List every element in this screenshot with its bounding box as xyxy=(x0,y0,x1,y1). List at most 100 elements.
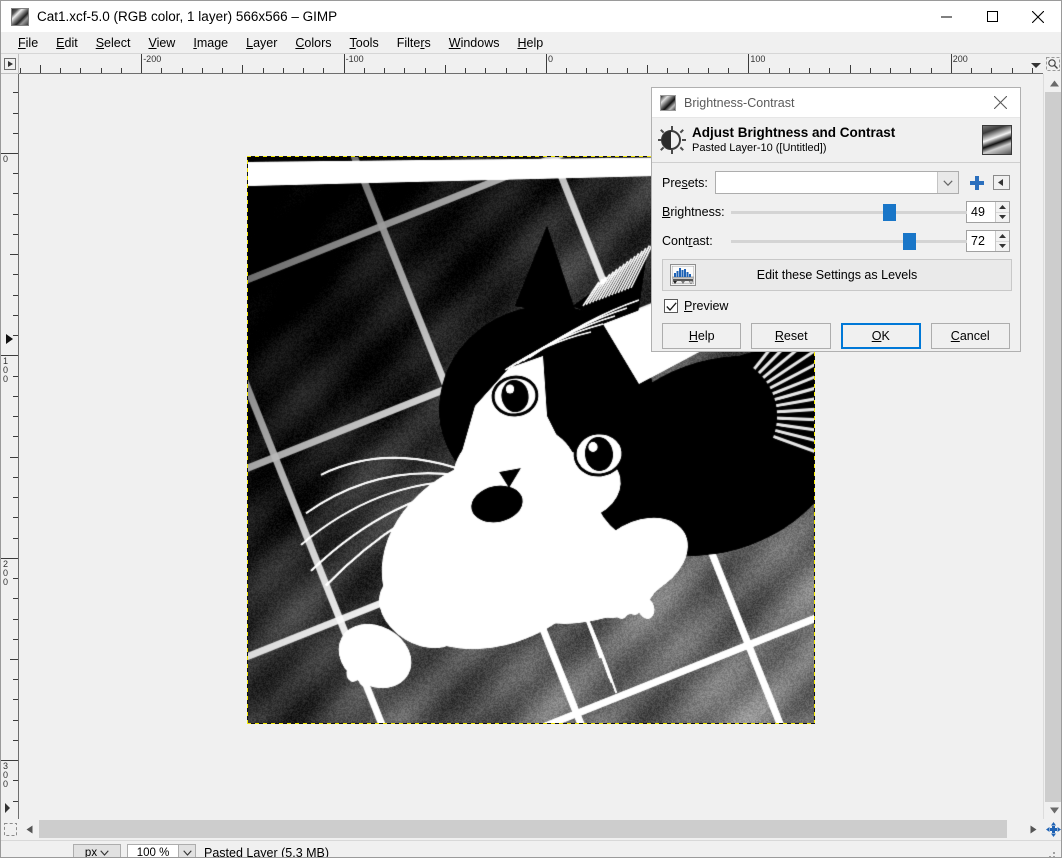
ruler-tick xyxy=(870,68,871,73)
ruler-tick xyxy=(13,335,18,336)
menu-colors[interactable]: Colors xyxy=(286,34,340,52)
ruler-tick xyxy=(708,68,709,73)
zoom-image-window-icon[interactable] xyxy=(1043,54,1062,74)
ruler-tick xyxy=(688,68,689,73)
menu-tools[interactable]: Tools xyxy=(341,34,388,52)
brightness-increment-icon[interactable] xyxy=(996,202,1009,212)
ruler-label: -100 xyxy=(346,55,364,64)
ruler-overflow-icon[interactable] xyxy=(1031,63,1041,68)
menu-select[interactable]: Select xyxy=(87,34,140,52)
zoom-dropdown-icon[interactable] xyxy=(178,845,195,858)
presets-dropdown-icon[interactable] xyxy=(937,172,958,193)
presets-menu-icon[interactable] xyxy=(993,175,1010,190)
ruler-tick xyxy=(384,68,385,73)
ruler-tick xyxy=(13,517,18,518)
quick-mask-toggle-icon[interactable] xyxy=(1,819,19,839)
vertical-scrollbar-thumb[interactable] xyxy=(1045,92,1062,802)
navigation-preview-icon[interactable] xyxy=(1043,819,1062,839)
dialog-close-button[interactable] xyxy=(980,88,1020,118)
close-button[interactable] xyxy=(1015,1,1061,32)
brightness-contrast-icon xyxy=(658,126,686,154)
presets-row: Presets: xyxy=(662,171,1010,194)
minimize-button[interactable] xyxy=(923,1,969,32)
edit-settings-as-levels-button[interactable]: Edit these Settings as Levels xyxy=(662,259,1012,291)
ruler-tick xyxy=(445,65,446,73)
scroll-left-icon[interactable] xyxy=(19,819,39,839)
brightness-spinner[interactable]: 49 xyxy=(966,201,1010,223)
preview-checkbox[interactable] xyxy=(664,299,678,313)
brightness-value[interactable]: 49 xyxy=(967,202,995,222)
ruler-label: 0 xyxy=(3,155,12,164)
brightness-slider-track xyxy=(731,211,967,214)
menu-file[interactable]: File xyxy=(9,34,47,52)
scroll-up-icon[interactable] xyxy=(1044,74,1062,92)
preview-checkbox-row[interactable]: Preview xyxy=(664,299,1010,313)
brightness-slider-handle[interactable] xyxy=(883,204,896,221)
presets-input[interactable] xyxy=(716,172,938,193)
brightness-spin-buttons[interactable] xyxy=(995,202,1009,222)
presets-combobox[interactable] xyxy=(715,171,960,194)
ruler-tick xyxy=(13,801,18,802)
contrast-spin-buttons[interactable] xyxy=(995,231,1009,251)
contrast-row: Contrast: 72 xyxy=(662,230,1010,252)
zoom-value[interactable]: 100 % xyxy=(128,845,178,858)
ruler-tick xyxy=(506,68,507,73)
horizontal-scrollbar-thumb[interactable] xyxy=(39,820,1007,838)
maximize-button[interactable] xyxy=(969,1,1015,32)
contrast-slider-handle[interactable] xyxy=(903,233,916,250)
ruler-tick xyxy=(13,538,18,539)
ruler-overflow-icon[interactable] xyxy=(5,803,10,813)
menu-windows[interactable]: Windows xyxy=(440,34,509,52)
menu-layer[interactable]: Layer xyxy=(237,34,286,52)
chevron-down-icon xyxy=(100,850,109,856)
vertical-ruler[interactable]: 0100200300 xyxy=(1,74,19,819)
ruler-tick xyxy=(13,477,18,478)
contrast-spinner[interactable]: 72 xyxy=(966,230,1010,252)
zoom-selector[interactable]: 100 % xyxy=(127,844,196,858)
scroll-right-icon[interactable] xyxy=(1023,819,1043,839)
contrast-slider-track xyxy=(731,240,967,243)
ruler-tick xyxy=(931,68,932,73)
unit-selector-label: px xyxy=(85,847,97,858)
ruler-tick xyxy=(101,68,102,73)
ruler-tick xyxy=(13,436,18,437)
status-message: Pasted Layer (5.3 MB) xyxy=(204,846,329,858)
ruler-tick xyxy=(485,68,486,73)
ruler-tick xyxy=(404,68,405,73)
menu-image[interactable]: Image xyxy=(184,34,237,52)
contrast-slider[interactable] xyxy=(731,231,956,251)
unit-selector[interactable]: px xyxy=(73,844,121,858)
brightness-label: Brightness: xyxy=(662,205,731,219)
contrast-increment-icon[interactable] xyxy=(996,231,1009,241)
menu-filters[interactable]: Filters xyxy=(388,34,440,52)
menubar: FileEditSelectViewImageLayerColorsToolsF… xyxy=(1,32,1061,54)
reset-button[interactable]: Reset xyxy=(751,323,830,349)
gimp-window: Cat1.xcf-5.0 (RGB color, 1 layer) 566x56… xyxy=(0,0,1062,858)
horizontal-ruler[interactable]: -200-1000100200 xyxy=(19,54,1043,74)
add-preset-icon[interactable] xyxy=(969,175,985,191)
cancel-button[interactable]: Cancel xyxy=(931,323,1010,349)
brightness-decrement-icon[interactable] xyxy=(996,212,1009,223)
menu-help[interactable]: Help xyxy=(508,34,552,52)
ruler-origin-button[interactable] xyxy=(1,54,19,74)
horizontal-scrollbar[interactable] xyxy=(19,819,1043,839)
brightness-slider[interactable] xyxy=(731,202,956,222)
help-button[interactable]: Help xyxy=(662,323,741,349)
ok-button[interactable]: OK xyxy=(841,323,921,349)
ruler-tick xyxy=(13,639,18,640)
window-resize-grip[interactable] xyxy=(1045,850,1057,858)
contrast-label: Contrast: xyxy=(662,234,731,248)
ruler-tick xyxy=(283,68,284,73)
ruler-tick xyxy=(344,54,345,73)
ruler-tick xyxy=(13,416,18,417)
ruler-tick xyxy=(20,68,21,73)
menu-edit[interactable]: Edit xyxy=(47,34,87,52)
layer-thumbnail xyxy=(982,125,1012,155)
contrast-decrement-icon[interactable] xyxy=(996,241,1009,252)
menu-view[interactable]: View xyxy=(139,34,184,52)
scroll-down-icon[interactable] xyxy=(1044,801,1062,819)
ruler-label: -200 xyxy=(143,55,161,64)
contrast-value[interactable]: 72 xyxy=(967,231,995,251)
ruler-tick xyxy=(13,376,18,377)
vertical-scrollbar[interactable] xyxy=(1043,74,1062,819)
